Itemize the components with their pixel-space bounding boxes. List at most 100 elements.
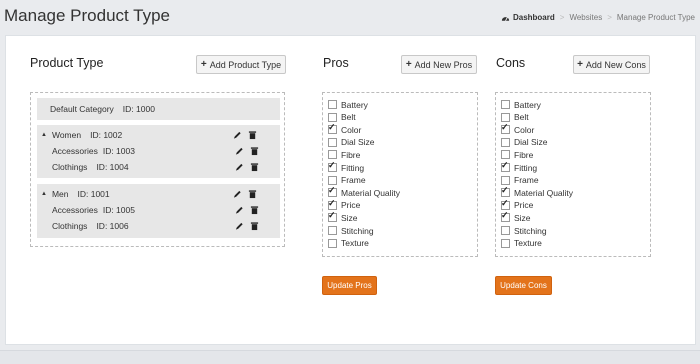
checkbox-option[interactable]: Stitching <box>501 225 547 236</box>
checkbox[interactable] <box>501 160 510 172</box>
checkbox-option[interactable]: Material Quality <box>501 185 573 198</box>
checkbox-option[interactable]: Size <box>328 210 358 223</box>
checkbox[interactable] <box>328 185 337 198</box>
checkbox[interactable] <box>328 238 337 248</box>
edit-icon[interactable] <box>235 162 244 172</box>
checkbox[interactable] <box>501 210 510 223</box>
checkbox-option[interactable]: Size <box>501 210 531 223</box>
checkbox[interactable] <box>501 175 510 185</box>
checkbox-option[interactable]: Frame <box>328 175 366 186</box>
checkbox-option[interactable]: Material Quality <box>328 185 400 198</box>
page-title: Manage Product Type <box>4 6 171 25</box>
checkbox[interactable] <box>501 150 510 160</box>
category-id: ID: 1006 <box>96 221 129 231</box>
caret-down-icon[interactable]: ▲ <box>41 191 47 197</box>
edit-icon[interactable] <box>233 130 242 140</box>
product-type-tree: Default Category ID: 1000 ▲ Women ID: 10… <box>30 92 285 247</box>
checkbox-label: Stitching <box>341 225 374 236</box>
checkbox-option[interactable]: Belt <box>501 112 529 123</box>
checkbox[interactable] <box>328 100 337 109</box>
checkbox[interactable] <box>328 122 337 135</box>
default-category-item[interactable]: Default Category ID: 1000 <box>50 104 155 114</box>
checkbox-label: Fitting <box>514 162 538 173</box>
checkbox-option[interactable]: Texture <box>328 238 369 249</box>
checkbox[interactable] <box>501 137 510 147</box>
edit-icon[interactable] <box>235 146 244 156</box>
checkbox[interactable] <box>328 210 337 223</box>
checkbox-label: Battery <box>514 99 541 110</box>
checkbox[interactable] <box>328 198 337 210</box>
breadcrumb-separator: > <box>559 13 565 22</box>
checkbox-label: Frame <box>341 175 366 186</box>
pros-checkbox-list: Battery BeltColor Dial SizeFibre Fitting Fra… <box>322 92 478 257</box>
trash-icon[interactable] <box>250 221 259 231</box>
checkbox[interactable] <box>501 112 510 122</box>
checkbox[interactable] <box>501 198 510 210</box>
checkbox[interactable] <box>328 226 337 235</box>
breadcrumb-item-websites[interactable]: Websites <box>569 13 602 22</box>
checkbox-option[interactable]: Fitting <box>501 160 538 173</box>
checkbox-option[interactable]: Dial Size <box>501 137 548 148</box>
checkbox-option[interactable]: Fibre <box>501 149 533 160</box>
checkbox[interactable] <box>328 175 337 185</box>
category-item-men-accessories[interactable]: Accessories ID: 1005 <box>52 205 135 215</box>
category-item-women[interactable]: ▲ Women ID: 1002 <box>41 130 122 140</box>
update-cons-button[interactable]: Update Cons <box>495 276 552 295</box>
checkbox[interactable] <box>328 137 337 147</box>
category-item-women-clothings[interactable]: Clothings ID: 1004 <box>52 162 129 172</box>
trash-icon[interactable] <box>248 189 257 199</box>
caret-down-icon[interactable]: ▲ <box>41 132 47 138</box>
add-new-pros-button[interactable]: + Add New Pros <box>401 55 477 74</box>
checkbox[interactable] <box>501 238 510 248</box>
checkbox[interactable] <box>501 122 510 135</box>
checkbox-option[interactable]: Fibre <box>328 149 360 160</box>
trash-icon[interactable] <box>250 146 259 156</box>
checkbox[interactable] <box>328 150 337 160</box>
edit-icon[interactable] <box>235 205 244 215</box>
checkbox[interactable] <box>328 112 337 122</box>
add-new-pros-label: Add New Pros <box>414 59 473 70</box>
checkbox-option[interactable]: Frame <box>501 175 539 186</box>
checkbox[interactable] <box>501 226 510 235</box>
category-item-women-accessories[interactable]: Accessories ID: 1003 <box>52 146 135 156</box>
edit-icon[interactable] <box>235 221 244 231</box>
plus-icon: + <box>577 59 583 70</box>
checkbox[interactable] <box>501 100 510 109</box>
tree-row-default: Default Category ID: 1000 <box>37 98 280 120</box>
category-name: Accessories <box>52 146 98 156</box>
plus-icon: + <box>200 59 207 70</box>
add-product-type-button[interactable]: + Add Product Type <box>196 55 286 74</box>
checkbox-option[interactable]: Battery <box>501 99 541 110</box>
checkbox-option[interactable]: Texture <box>501 238 542 249</box>
checkbox-option[interactable]: Belt <box>328 112 356 123</box>
category-item-men-clothings[interactable]: Clothings ID: 1006 <box>52 221 129 231</box>
checkbox-option[interactable]: Battery <box>328 99 368 110</box>
checkbox-label: Battery <box>341 99 368 110</box>
category-name: Clothings <box>52 221 88 231</box>
trash-icon[interactable] <box>248 130 257 140</box>
checkbox-label: Color <box>514 124 535 135</box>
update-pros-button[interactable]: Update Pros <box>322 276 377 295</box>
trash-icon[interactable] <box>250 205 259 215</box>
checkbox[interactable] <box>501 185 510 198</box>
trash-icon[interactable] <box>250 162 259 172</box>
checkbox-option[interactable]: Stitching <box>328 225 374 236</box>
add-new-cons-button[interactable]: + Add New Cons <box>573 55 650 74</box>
category-item-men[interactable]: ▲ Men ID: 1001 <box>41 189 110 199</box>
category-id: ID: 1005 <box>102 205 135 215</box>
checkbox-option[interactable]: Dial Size <box>328 137 375 148</box>
checkbox-option[interactable]: Price <box>328 198 360 211</box>
breadcrumb-home[interactable]: Dashboard <box>501 13 555 22</box>
category-name: Accessories <box>52 205 98 215</box>
category-name: Women <box>51 130 82 140</box>
checkbox-option[interactable]: Price <box>501 198 533 211</box>
cons-heading: Cons <box>496 56 526 70</box>
add-product-type-label: Add Product Type <box>209 59 282 70</box>
checkbox-option[interactable]: Fitting <box>328 160 364 173</box>
footer-bar <box>0 350 700 364</box>
checkbox-option[interactable]: Color <box>328 122 361 135</box>
row-actions <box>235 162 259 172</box>
edit-icon[interactable] <box>233 189 242 199</box>
checkbox[interactable] <box>328 160 337 172</box>
checkbox-option[interactable]: Color <box>501 122 535 135</box>
